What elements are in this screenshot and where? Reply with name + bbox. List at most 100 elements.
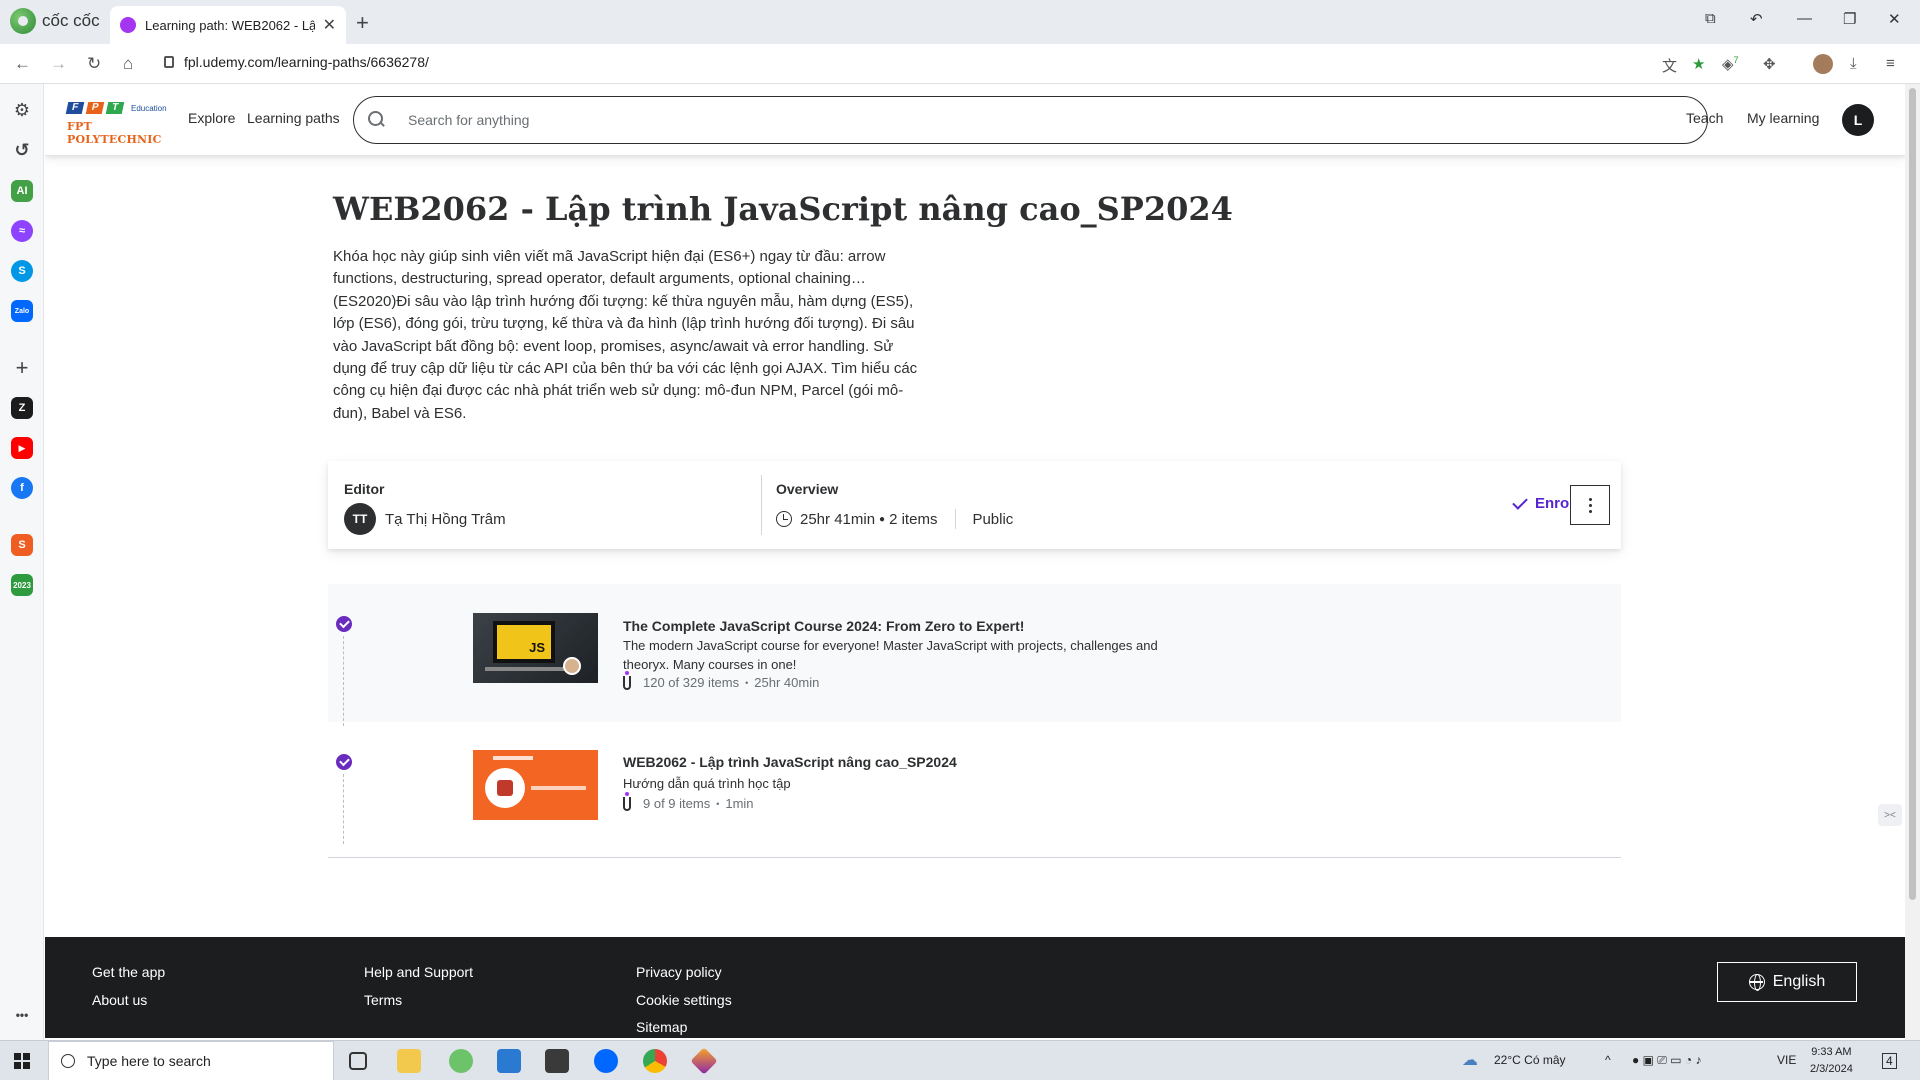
file-explorer-icon[interactable] [397, 1049, 421, 1073]
app-icon[interactable] [545, 1049, 569, 1073]
nav-explore[interactable]: Explore [188, 110, 235, 126]
ai-icon[interactable]: AI [11, 180, 33, 202]
coccoc-logo[interactable]: cốc cốc [10, 8, 100, 34]
history-icon[interactable]: ↺ [11, 139, 33, 161]
shopee-icon[interactable]: S [11, 534, 33, 556]
time: 9:33 AM [1811, 1046, 1852, 1058]
nav-my-learning[interactable]: My learning [1747, 110, 1819, 126]
task-view-icon[interactable] [349, 1052, 367, 1070]
zalo-icon[interactable]: Zalo [11, 300, 33, 322]
weather-text[interactable]: 22°C Có mây [1494, 1053, 1566, 1067]
screenshot-icon[interactable]: ⧉ [1705, 10, 1716, 27]
search-bar [353, 96, 1708, 144]
course-item[interactable]: WEB2062 - Lập trình JavaScript nâng cao_… [328, 722, 1621, 858]
logo-polytechnic: FPT POLYTECHNIC [67, 120, 162, 146]
more-options-button[interactable] [1570, 485, 1610, 525]
editor-avatar[interactable]: TT [344, 503, 376, 535]
calendar-icon[interactable]: 2023 [11, 574, 33, 596]
fpt-polytechnic-logo[interactable]: F P T Education FPT POLYTECHNIC [65, 102, 171, 146]
course-list: JS The Complete JavaScript Course 2024: … [328, 584, 1621, 858]
restore-icon[interactable]: ❐ [1843, 10, 1856, 28]
course-meta: 120 of 329 items • 25hr 40min [623, 670, 820, 690]
nav-teach[interactable]: Teach [1686, 110, 1723, 126]
taskbar-search[interactable]: Type here to search [48, 1041, 334, 1080]
more-icon[interactable]: ••• [11, 1004, 33, 1026]
user-avatar[interactable]: L [1842, 104, 1874, 136]
course-thumbnail[interactable] [473, 750, 598, 820]
course-title[interactable]: The Complete JavaScript Course 2024: Fro… [623, 618, 1024, 634]
search-input[interactable] [408, 112, 1608, 128]
skype-icon[interactable]: S [11, 260, 33, 282]
bullet-separator: • [745, 677, 749, 688]
tray-icons[interactable]: ● ▣ ⎚ ▭ ◔ ♪ [1632, 1053, 1701, 1068]
home-icon[interactable]: ⌂ [123, 54, 133, 74]
url-field[interactable]: fpl.udemy.com/learning-paths/6636278/ [164, 54, 429, 70]
minimize-icon[interactable]: — [1797, 10, 1812, 27]
profile-avatar[interactable] [1813, 54, 1833, 74]
input-language[interactable]: VIE [1777, 1053, 1796, 1067]
tab-close-icon[interactable]: ✕ [323, 15, 336, 35]
messenger-icon[interactable]: ≈ [11, 220, 33, 242]
windows-start-icon[interactable] [14, 1053, 30, 1069]
footer-help[interactable]: Help and Support [364, 964, 473, 980]
course-item[interactable]: JS The Complete JavaScript Course 2024: … [328, 584, 1621, 726]
language-button[interactable]: English [1717, 962, 1857, 1002]
nav-learning-paths[interactable]: Learning paths [247, 110, 340, 126]
course-title[interactable]: WEB2062 - Lập trình JavaScript nâng cao_… [623, 754, 957, 770]
menu-icon[interactable]: ≡ [1886, 55, 1895, 72]
extensions-puzzle-icon[interactable]: ✥ [1763, 55, 1776, 73]
download-icon[interactable]: ⤓ [1850, 55, 1857, 72]
footer-terms[interactable]: Terms [364, 992, 402, 1008]
footer-get-app[interactable]: Get the app [92, 964, 165, 980]
editor-name[interactable]: Tạ Thị Hồng Trâm [385, 511, 506, 528]
notification-icon[interactable]: 4 [1882, 1053, 1897, 1069]
zing-icon[interactable]: Z [11, 397, 33, 419]
page-scrollbar[interactable] [1905, 84, 1920, 1040]
thumb-decor [531, 786, 586, 790]
chrome-icon[interactable] [643, 1049, 667, 1073]
course-thumbnail[interactable]: JS [473, 613, 598, 683]
youtube-icon[interactable]: ▶ [11, 437, 33, 459]
app-icon[interactable] [690, 1047, 718, 1075]
facebook-icon[interactable]: f [11, 477, 33, 499]
extension-badge: 7 [1733, 55, 1739, 65]
footer-sitemap[interactable]: Sitemap [636, 1019, 687, 1035]
new-tab-icon[interactable]: + [356, 10, 369, 36]
taskbar-clock[interactable]: 9:33 AM 2/3/2024 [1810, 1044, 1853, 1078]
address-bar: ← → ↻ ⌂ fpl.udemy.com/learning-paths/663… [0, 44, 1920, 84]
footer-privacy[interactable]: Privacy policy [636, 964, 722, 980]
coccoc-icon [10, 8, 36, 34]
footer-cookie[interactable]: Cookie settings [636, 992, 732, 1008]
vscode-icon[interactable] [497, 1049, 521, 1073]
footer-about[interactable]: About us [92, 992, 147, 1008]
browser-tab-active[interactable]: Learning path: WEB2062 - Lậ ✕ [110, 6, 346, 44]
forward-icon[interactable]: → [50, 54, 67, 74]
window-close-icon[interactable]: ✕ [1888, 10, 1901, 28]
side-panel-toggle-icon[interactable]: >< [1878, 804, 1902, 826]
course-duration: 25hr 40min [754, 675, 820, 690]
weather-icon[interactable]: ☁ [1462, 1050, 1478, 1070]
lock-icon [164, 56, 174, 68]
settings-icon[interactable]: ⚙ [11, 99, 33, 121]
extension-badge-icon[interactable]: ◈7 [1722, 55, 1739, 73]
zalo-taskbar-icon[interactable] [594, 1049, 618, 1073]
bookmark-star-icon[interactable]: ★ [1692, 55, 1705, 73]
coccoc-taskbar-icon[interactable] [449, 1049, 473, 1073]
completed-check-icon [336, 754, 352, 770]
path-duration: 25hr 41min [800, 510, 876, 528]
course-duration: 1min [725, 796, 754, 811]
dot-separator: ● [879, 513, 886, 525]
overview-meta: 25hr 41min ● 2 items Public [776, 509, 1013, 529]
back-arrow-icon[interactable]: ↶ [1750, 10, 1763, 28]
scrollbar-thumb[interactable] [1909, 88, 1916, 900]
completed-check-icon [336, 616, 352, 632]
language-label: English [1772, 973, 1826, 990]
tray-chevron-icon[interactable]: ^ [1605, 1053, 1611, 1067]
add-sidebar-icon[interactable]: + [11, 355, 33, 380]
back-icon[interactable]: ← [14, 54, 31, 74]
thumb-mascot [485, 768, 525, 808]
translate-icon[interactable]: 文 [1662, 55, 1677, 76]
search-icon [61, 1054, 75, 1068]
reload-icon[interactable]: ↻ [87, 54, 101, 74]
search-icon[interactable] [368, 111, 386, 129]
